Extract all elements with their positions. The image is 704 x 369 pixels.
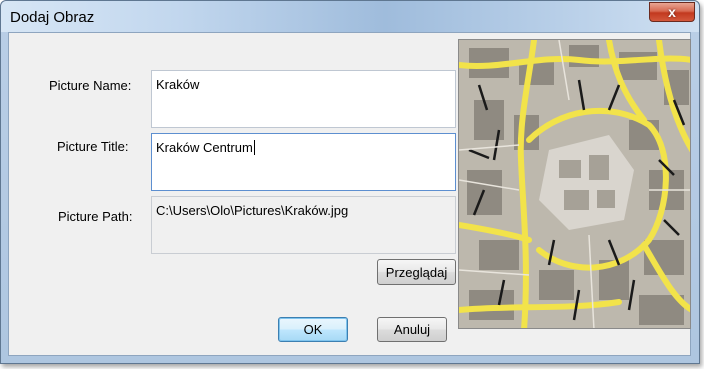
picture-path-field: C:\Users\Olo\Pictures\Kraków.jpg bbox=[151, 196, 456, 254]
picture-path-label: Picture Path: bbox=[58, 209, 133, 224]
cancel-button[interactable]: Anuluj bbox=[377, 317, 447, 342]
picture-name-label: Picture Name: bbox=[49, 78, 132, 93]
browse-button[interactable]: Przeglądaj bbox=[377, 259, 456, 285]
close-button[interactable]: x bbox=[649, 2, 695, 22]
picture-title-input[interactable]: Kraków Centrum bbox=[151, 133, 456, 191]
picture-title-value: Kraków Centrum bbox=[156, 140, 253, 155]
dialog-window: Dodaj Obraz x Picture Name: Kraków Pictu… bbox=[0, 0, 700, 364]
picture-name-input[interactable]: Kraków bbox=[151, 70, 456, 128]
title-bar[interactable]: Dodaj Obraz x bbox=[1, 1, 699, 32]
picture-preview bbox=[458, 39, 691, 329]
picture-title-label: Picture Title: bbox=[57, 139, 129, 154]
text-caret bbox=[253, 140, 255, 155]
close-icon: x bbox=[668, 4, 676, 20]
city-map-image bbox=[459, 40, 690, 328]
window-title: Dodaj Obraz bbox=[10, 9, 95, 26]
ok-button[interactable]: OK bbox=[278, 317, 348, 342]
